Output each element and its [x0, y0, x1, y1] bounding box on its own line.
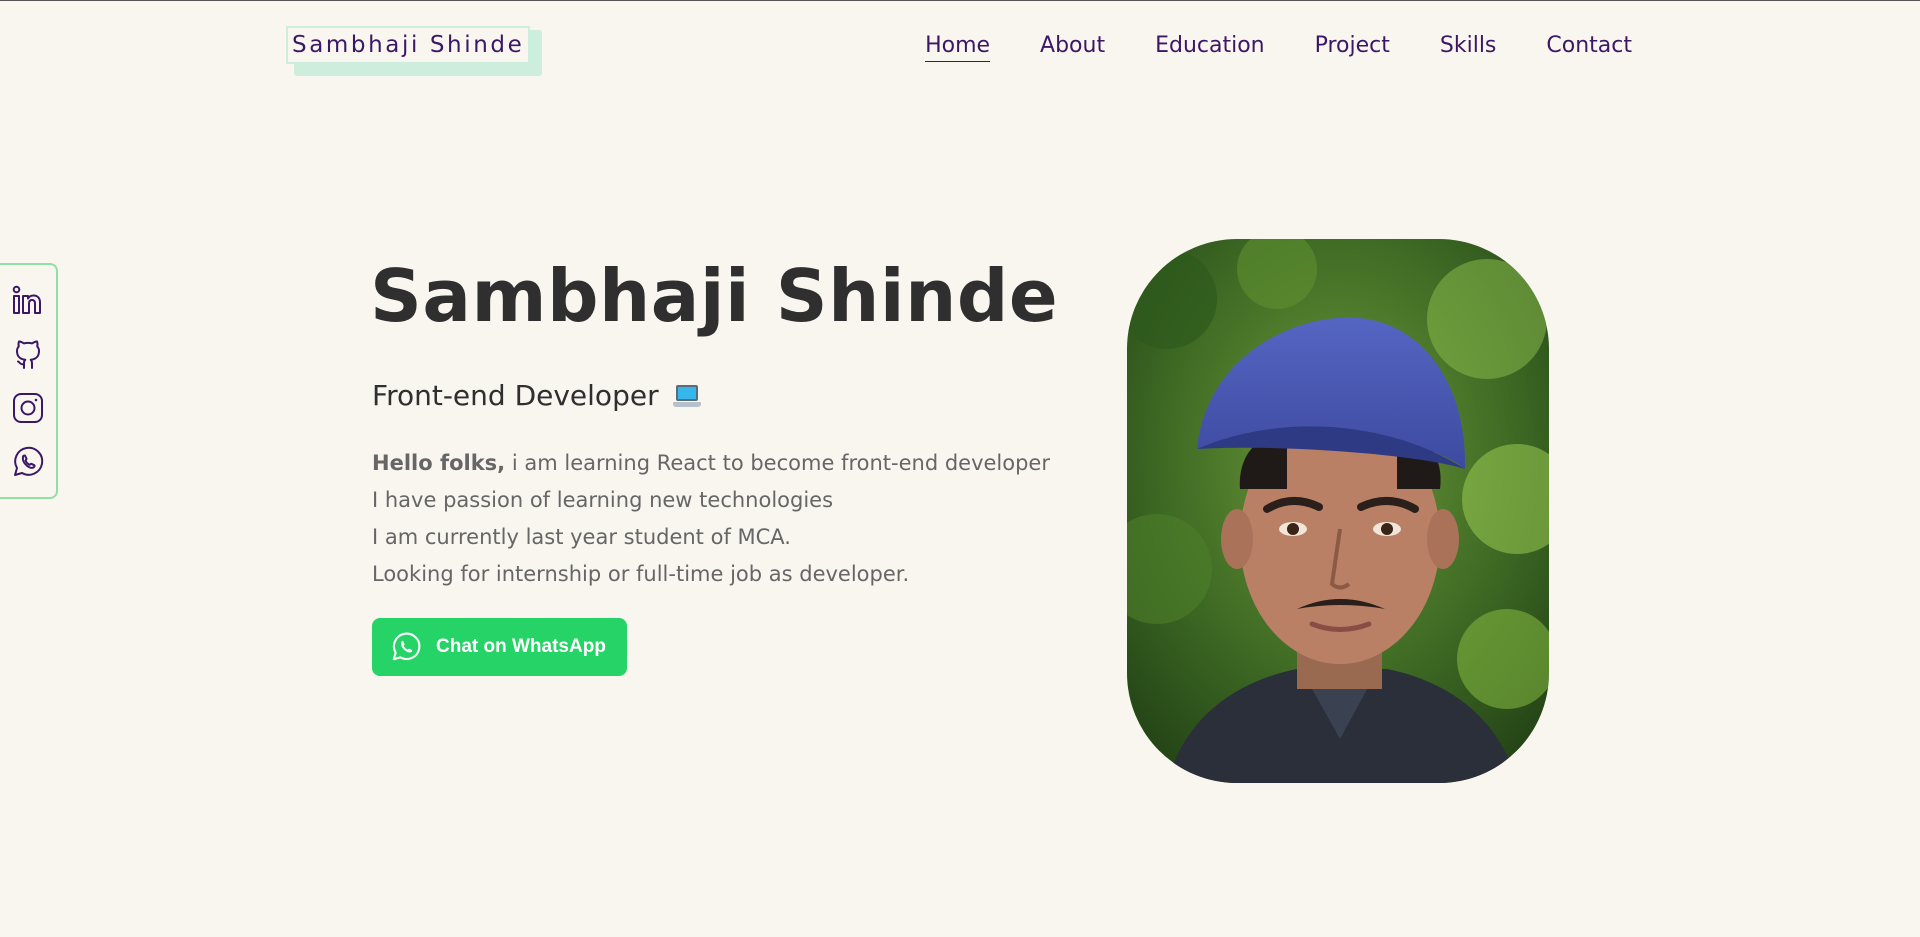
profile-photo	[1127, 239, 1549, 783]
logo-link[interactable]: Sambhaji Shinde	[286, 26, 531, 64]
main-nav: Home About Education Project Skills Cont…	[925, 31, 1632, 62]
instagram-link[interactable]	[10, 390, 46, 426]
role-text: Front-end Developer	[372, 379, 659, 412]
bio-line-2: I have passion of learning new technolog…	[372, 488, 834, 512]
bio-greeting: Hello folks,	[372, 451, 506, 475]
github-icon	[16, 340, 40, 369]
nav-contact[interactable]: Contact	[1546, 31, 1632, 62]
hero-name: Sambhaji Shinde	[370, 254, 1059, 338]
linkedin-icon	[12, 285, 41, 314]
laptop-icon	[672, 383, 701, 409]
chat-whatsapp-button[interactable]: Chat on WhatsApp	[372, 618, 627, 676]
nav-project[interactable]: Project	[1315, 31, 1390, 62]
bio-line-3: I am currently last year student of MCA.	[372, 525, 791, 549]
bio-line-1-text: i am learning React to become front-end …	[505, 451, 1050, 475]
linkedin-link[interactable]	[10, 282, 46, 318]
bio: Hello folks, i am learning React to beco…	[372, 445, 1072, 593]
whatsapp-icon	[392, 632, 421, 661]
nav-education[interactable]: Education	[1155, 31, 1265, 62]
chat-whatsapp-label: Chat on WhatsApp	[436, 636, 606, 657]
role-line: Front-end Developer	[372, 379, 701, 412]
nav-home[interactable]: Home	[925, 31, 991, 62]
logo-container: Sambhaji Shinde	[286, 26, 542, 76]
bio-line-4: Looking for internship or full-time job …	[372, 562, 910, 586]
social-sidebar	[0, 263, 58, 499]
whatsapp-icon	[14, 446, 44, 476]
bio-line-1: Hello folks, i am learning React to beco…	[372, 445, 1072, 482]
whatsapp-link[interactable]	[10, 444, 46, 480]
profile-photo-illustration	[1127, 239, 1549, 783]
github-link[interactable]	[10, 336, 46, 372]
nav-about[interactable]: About	[1040, 31, 1105, 62]
instagram-icon	[13, 393, 43, 423]
nav-skills[interactable]: Skills	[1440, 31, 1497, 62]
